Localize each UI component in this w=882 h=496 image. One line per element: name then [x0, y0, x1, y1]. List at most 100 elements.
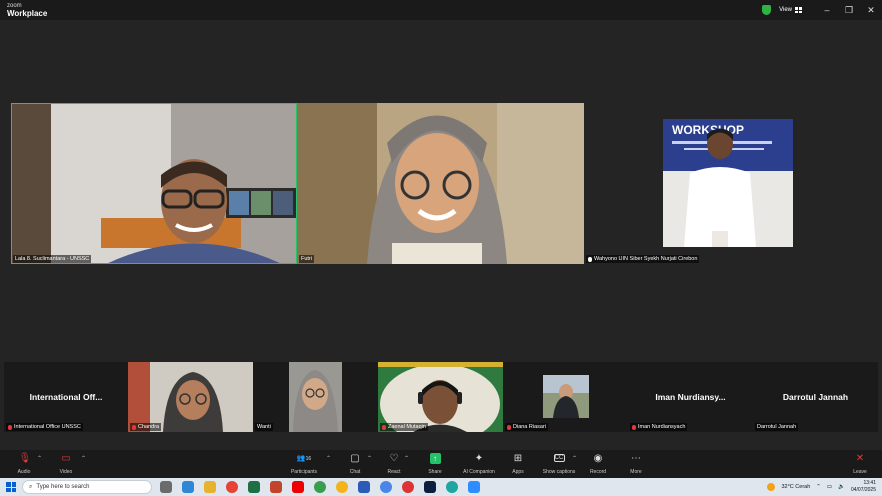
strip-tile-wanti[interactable]: Wanti	[253, 362, 378, 432]
chat-icon: ▢	[350, 453, 360, 464]
gallery-name-1: Lala 8. Suclimantara - UNSSC	[15, 256, 90, 262]
audio-button[interactable]: 🎙 Audio	[9, 453, 39, 475]
chrome-profile-icon[interactable]	[336, 481, 348, 493]
chrome-profile-icon[interactable]	[314, 481, 326, 493]
task-view-icon[interactable]	[160, 481, 172, 493]
participants-button[interactable]: 👥16 Participants	[289, 453, 319, 475]
photoshop-icon[interactable]	[424, 481, 436, 493]
captions-chevron-icon[interactable]: ⌃	[572, 455, 577, 462]
video-tile-lala[interactable]: Lala 8. Suclimantara - UNSSC	[11, 103, 297, 264]
minimize-button[interactable]: –	[816, 5, 838, 15]
view-button[interactable]: View	[779, 7, 802, 13]
gallery-name-3: Wahyono UIN Siber Syekh Nurjati Cirebon	[594, 256, 698, 262]
participant-display-name: Darrotul Jannah	[782, 392, 849, 402]
weather-text: 32°C Cerah	[781, 484, 811, 490]
mic-muted-icon	[8, 424, 12, 430]
participant-label: Iman Nurdiansyach	[630, 423, 688, 431]
participants-chevron-icon[interactable]: ⌃	[326, 455, 331, 462]
view-label: View	[779, 7, 792, 13]
chat-label: Chat	[349, 469, 361, 475]
powerpoint-icon[interactable]	[270, 481, 282, 493]
participants-label: Participants	[290, 469, 318, 475]
network-icon[interactable]: ▭	[827, 484, 832, 490]
tray-chevron-icon[interactable]: ⌃	[816, 484, 821, 490]
zoom-logo: zoom Workplace	[7, 2, 47, 18]
taskbar-pinned-apps	[160, 481, 480, 493]
apps-button[interactable]: ⊞ Apps	[503, 453, 533, 475]
strip-tile-chandra[interactable]: Chandra	[128, 362, 253, 432]
maximize-button[interactable]: ❐	[838, 5, 860, 16]
volume-icon[interactable]: 🔈	[838, 484, 845, 490]
share-button[interactable]: ↑ Share	[420, 453, 450, 475]
weather-sun-icon[interactable]	[767, 483, 776, 491]
chat-button[interactable]: ▢ Chat	[340, 453, 370, 475]
strip-tile-iman[interactable]: Iman Nurdiansy... Iman Nurdiansyach	[628, 362, 753, 432]
close-button[interactable]: ✕	[860, 5, 882, 16]
camera-off-icon: ▭	[61, 453, 71, 464]
windows-taskbar: ⌕ Type here to search 32°C Cerah ⌃ ▭ 🔈 1…	[0, 478, 882, 496]
brand-line-2: Workplace	[7, 9, 48, 18]
mic-muted-icon	[507, 424, 511, 430]
video-label: Video	[59, 469, 73, 475]
participant-video: WORKSHOP	[584, 103, 871, 264]
participants-count: 16	[305, 456, 312, 462]
word-icon[interactable]	[358, 481, 370, 493]
search-icon: ⌕	[29, 483, 33, 490]
strip-name-7: Darrotul Jannah	[757, 424, 797, 430]
video-tile-futri[interactable]: Futri	[297, 103, 584, 264]
system-tray: 32°C Cerah ⌃ ▭ 🔈 13:41 04/07/2025	[767, 480, 876, 494]
edge-icon[interactable]	[446, 481, 458, 493]
windows-start-icon[interactable]	[6, 482, 16, 492]
file-explorer-icon[interactable]	[204, 481, 216, 493]
strip-tile-zaenal[interactable]: Zaenal Mutaqin	[378, 362, 503, 432]
mic-muted-icon	[382, 424, 386, 430]
participant-video	[128, 362, 253, 432]
title-bar: zoom Workplace View – ❐ ✕	[0, 0, 882, 20]
search-placeholder: Type here to search	[36, 484, 90, 490]
strip-name-5: Diana Riasari	[513, 424, 547, 430]
copilot-icon[interactable]	[182, 481, 194, 493]
chrome-profile-icon[interactable]	[380, 481, 392, 493]
react-label: React	[387, 469, 401, 475]
taskbar-search-box[interactable]: ⌕ Type here to search	[22, 480, 152, 494]
leave-button[interactable]: ✕ Leave	[845, 453, 875, 475]
react-chevron-icon[interactable]: ⌃	[404, 455, 409, 462]
video-options-chevron-icon[interactable]: ⌃	[81, 455, 86, 462]
clock-time: 13:41	[863, 480, 876, 486]
leave-icon: ✕	[855, 453, 865, 464]
more-label: More	[630, 469, 642, 475]
participant-label: Lala 8. Suclimantara - UNSSC	[13, 255, 92, 263]
record-button[interactable]: ◉ Record	[583, 453, 613, 475]
participant-video	[253, 362, 378, 432]
clock-date: 04/07/2025	[850, 487, 876, 493]
share-label: Share	[428, 469, 442, 475]
video-button[interactable]: ▭ Video	[51, 453, 81, 475]
participant-video	[503, 362, 628, 432]
participant-video	[11, 103, 297, 264]
audio-options-chevron-icon[interactable]: ⌃	[37, 455, 42, 462]
chrome-profile-icon[interactable]	[402, 481, 414, 493]
participant-display-name: International Off...	[29, 392, 103, 402]
strip-tile-darrotul[interactable]: Darrotul Jannah Darrotul Jannah	[753, 362, 878, 432]
excel-icon[interactable]	[248, 481, 260, 493]
ai-sparkle-icon: ✦	[474, 453, 484, 464]
chat-chevron-icon[interactable]: ⌃	[367, 455, 372, 462]
participant-label: Zaenal Mutaqin	[380, 423, 428, 431]
video-tile-wahyono[interactable]: WORKSHOP Wahyono UIN Siber Syekh Nurjati…	[584, 103, 871, 264]
participant-label: Chandra	[130, 423, 162, 431]
apps-label: Apps	[512, 469, 524, 475]
captions-icon: CC	[553, 454, 565, 462]
youtube-icon[interactable]	[292, 481, 304, 493]
share-screen-icon: ↑	[429, 453, 441, 464]
security-shield-icon[interactable]	[762, 5, 772, 15]
mic-muted-icon	[632, 424, 636, 430]
ai-companion-button[interactable]: ✦ AI Companion	[459, 453, 499, 475]
strip-tile-diana[interactable]: Diana Riasari	[503, 362, 628, 432]
chrome-icon[interactable]	[226, 481, 238, 493]
zoom-icon[interactable]	[468, 481, 480, 493]
participant-label: Wanti	[255, 423, 273, 431]
more-button[interactable]: ⋯ More	[621, 453, 651, 475]
strip-tile-international-office[interactable]: International Off... International Offic…	[4, 362, 128, 432]
react-heart-icon: ♡	[389, 453, 399, 464]
taskbar-clock[interactable]: 13:41 04/07/2025	[851, 480, 876, 494]
